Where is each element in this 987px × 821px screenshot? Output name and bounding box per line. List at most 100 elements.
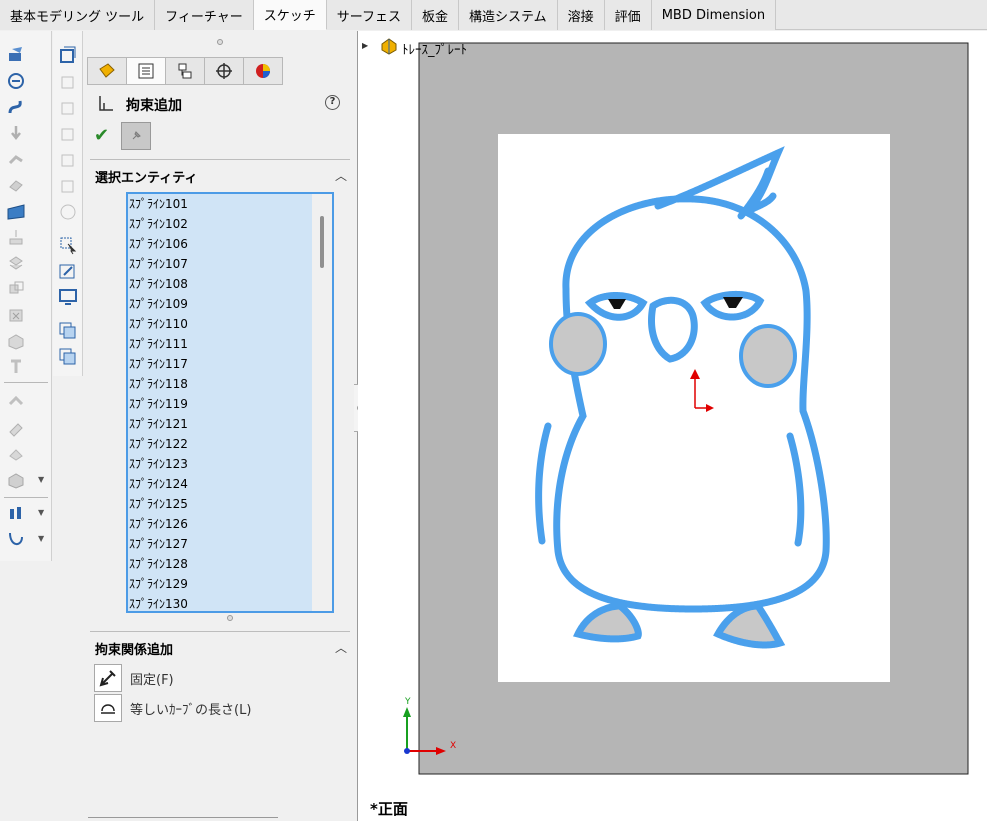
list-item[interactable]: ｽﾌﾟﾗｲﾝ123 [128, 454, 312, 474]
triad-y-label: Y [404, 697, 411, 707]
list-item[interactable]: ｽﾌﾟﾗｲﾝ128 [128, 554, 312, 574]
wrench-icon[interactable] [58, 261, 78, 281]
move-entities-icon[interactable] [6, 305, 26, 325]
list-item[interactable]: ｽﾌﾟﾗｲﾝ125 [128, 494, 312, 514]
tab-4[interactable]: 板金 [412, 0, 460, 30]
shaded-sketch-contours-icon[interactable] [6, 529, 26, 549]
list-item[interactable]: ｽﾌﾟﾗｲﾝ108 [128, 274, 312, 294]
sketch-plane-icon[interactable] [6, 201, 26, 221]
collapse-chevron-icon[interactable]: ︿ [335, 639, 347, 656]
relation-equal-curve-length[interactable]: 等しいｶｰﾌﾞの長さ(L) [94, 694, 324, 722]
sphere-icon[interactable] [58, 201, 78, 221]
triad-x-label: X [450, 741, 456, 751]
cube-icon[interactable] [58, 123, 78, 143]
cube-icon[interactable] [58, 149, 78, 169]
list-item[interactable]: ｽﾌﾟﾗｲﾝ110 [128, 314, 312, 334]
right-cheek [739, 324, 797, 388]
list-item[interactable]: ｽﾌﾟﾗｲﾝ122 [128, 434, 312, 454]
select-cursor-icon[interactable] [58, 235, 78, 255]
tree-expand-icon[interactable]: ▶ [362, 41, 368, 50]
property-manager-tab[interactable] [126, 57, 166, 85]
offset-icon[interactable] [6, 253, 26, 273]
list-item[interactable]: ｽﾌﾟﾗｲﾝ121 [128, 414, 312, 434]
entity-list-items: ｽﾌﾟﾗｲﾝ101 ｽﾌﾟﾗｲﾝ102 ｽﾌﾟﾗｲﾝ106 ｽﾌﾟﾗｲﾝ107 ｽﾌﾟﾗ… [128, 194, 312, 611]
configuration-manager-icon [178, 63, 192, 79]
pushpin-icon[interactable] [121, 122, 151, 150]
selected-entities-list[interactable]: ｽﾌﾟﾗｲﾝ101 ｽﾌﾟﾗｲﾝ102 ｽﾌﾟﾗｲﾝ106 ｽﾌﾟﾗｲﾝ107 ｽﾌﾟﾗ… [126, 192, 334, 613]
collapse-chevron-icon[interactable]: ︿ [335, 167, 347, 184]
tab-2[interactable]: スケッチ [253, 0, 327, 30]
scrollbar-thumb[interactable] [320, 216, 324, 268]
display-manager-tab[interactable] [243, 57, 283, 85]
smart-dimension-icon[interactable] [6, 71, 26, 91]
display-delete-relations-icon[interactable] [6, 470, 26, 490]
mirror-icon[interactable] [6, 227, 26, 247]
help-icon[interactable]: ? [325, 95, 340, 110]
tab-7[interactable]: 評価 [604, 0, 652, 30]
copy-window-icon[interactable] [58, 347, 78, 367]
list-item[interactable]: ｽﾌﾟﾗｲﾝ106 [128, 234, 312, 254]
list-item[interactable]: ｽﾌﾟﾗｲﾝ111 [128, 334, 312, 354]
relation-label: 固定(F) [130, 672, 174, 688]
sketch-icon[interactable] [6, 45, 26, 65]
group-divider [90, 159, 350, 160]
part-icon [380, 37, 398, 55]
relation-fix[interactable]: 固定(F) [94, 664, 324, 692]
list-item[interactable]: ｽﾌﾟﾗｲﾝ126 [128, 514, 312, 534]
chevron-down-icon[interactable]: ▼ [38, 508, 44, 517]
cube-icon[interactable] [58, 97, 78, 117]
tab-5[interactable]: 構造システム [459, 0, 558, 30]
tab-0[interactable]: 基本モデリング ツール [0, 0, 156, 30]
list-item[interactable]: ｽﾌﾟﾗｲﾝ129 [128, 574, 312, 594]
chevron-down-icon[interactable]: ▼ [38, 475, 44, 484]
extrude-icon[interactable] [6, 123, 26, 143]
block-icon[interactable] [6, 331, 26, 351]
linear-pattern-icon[interactable] [6, 279, 26, 299]
configuration-manager-tab[interactable] [165, 57, 205, 85]
list-scrollbar[interactable] [312, 194, 332, 611]
chevron-down-icon[interactable]: ▼ [38, 534, 44, 543]
sketch-picture-icon[interactable] [6, 444, 26, 464]
equal-curve-icon [94, 694, 122, 722]
panel-resize-handle[interactable] [217, 39, 223, 45]
list-item[interactable]: ｽﾌﾟﾗｲﾝ101 [128, 194, 312, 214]
list-item[interactable]: ｽﾌﾟﾗｲﾝ109 [128, 294, 312, 314]
list-item[interactable]: ｽﾌﾟﾗｲﾝ130 [128, 594, 312, 611]
convert-entities-icon[interactable] [6, 175, 26, 195]
list-item[interactable]: ｽﾌﾟﾗｲﾝ124 [128, 474, 312, 494]
selected-entities-title: 選択エンティティ [95, 171, 198, 186]
quick-snaps-icon[interactable] [6, 418, 26, 438]
toolbar-separator [4, 382, 48, 383]
trim-icon[interactable] [6, 149, 26, 169]
cube-icon[interactable] [58, 71, 78, 91]
dimxpert-tab[interactable] [204, 57, 244, 85]
instant2d-icon[interactable] [6, 503, 26, 523]
list-item[interactable]: ｽﾌﾟﾗｲﾝ118 [128, 374, 312, 394]
feature-tree-item[interactable]: ﾄﾚｰｽ_ﾌﾟﾚｰﾄ [402, 39, 467, 58]
cube-icon[interactable] [58, 175, 78, 195]
ok-check-icon[interactable]: ✔ [94, 125, 109, 146]
property-manager-title: 拘束追加 [126, 98, 182, 114]
list-item[interactable]: ｽﾌﾟﾗｲﾝ102 [128, 214, 312, 234]
monitor-icon[interactable] [58, 287, 78, 307]
group-divider [90, 631, 350, 632]
list-item[interactable]: ｽﾌﾟﾗｲﾝ119 [128, 394, 312, 414]
tab-3[interactable]: サーフェス [326, 0, 413, 30]
add-relation-icon [96, 93, 116, 113]
toolbar-separator [4, 497, 48, 498]
list-item[interactable]: ｽﾌﾟﾗｲﾝ117 [128, 354, 312, 374]
text-icon[interactable] [6, 357, 26, 377]
dimxpert-icon [216, 63, 232, 79]
list-item[interactable]: ｽﾌﾟﾗｲﾝ127 [128, 534, 312, 554]
box-select-icon[interactable] [58, 45, 78, 65]
graphics-area[interactable]: Y X ▶ ﾄﾚｰｽ_ﾌﾟﾚｰﾄ *正面 [358, 31, 987, 821]
list-item[interactable]: ｽﾌﾟﾗｲﾝ107 [128, 254, 312, 274]
tab-8[interactable]: MBD Dimension [651, 0, 777, 30]
repair-sketch-icon[interactable] [6, 392, 26, 412]
tab-1[interactable]: フィーチャー [155, 0, 254, 30]
spline-icon[interactable] [6, 97, 26, 117]
feature-manager-tab[interactable] [87, 57, 127, 85]
copy-window-icon[interactable] [58, 321, 78, 341]
list-resize-handle[interactable] [227, 615, 233, 621]
tab-6[interactable]: 溶接 [557, 0, 605, 30]
